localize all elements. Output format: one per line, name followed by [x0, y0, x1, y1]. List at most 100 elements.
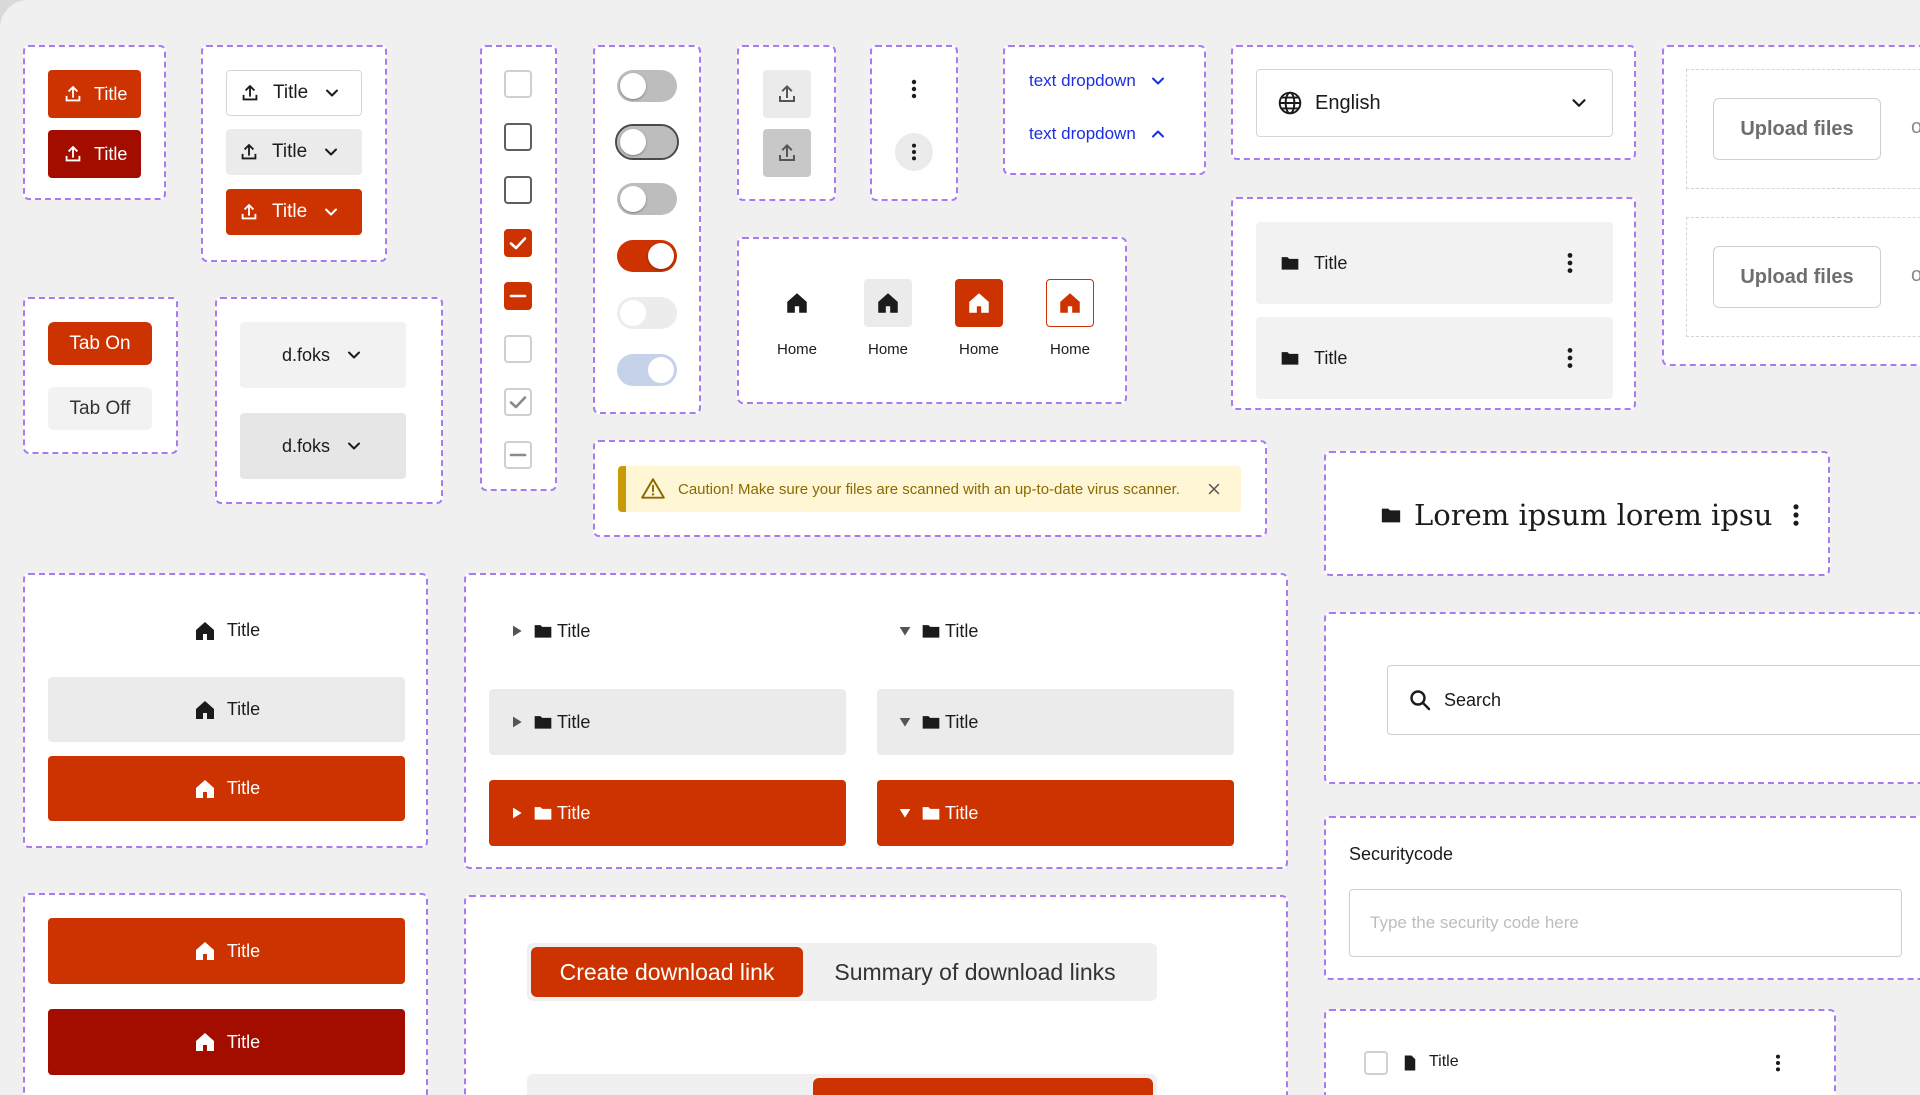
nav-list-item-active[interactable]: Title — [48, 756, 405, 821]
upload-button-label: Title — [94, 143, 128, 164]
toggle-off-hover[interactable] — [617, 183, 677, 215]
user-dropdown[interactable]: d.foks — [240, 322, 406, 388]
home-nav-label: Home — [958, 341, 999, 358]
more-button-hover[interactable] — [895, 133, 933, 171]
folder-row[interactable]: Title — [1256, 317, 1613, 399]
nav-list-label: Title — [226, 620, 261, 640]
segment-summary-download-links[interactable]: Summary of download links — [803, 947, 1147, 997]
split-upload-button-red[interactable]: Title — [226, 189, 362, 235]
tab-off-label: Tab Off — [69, 397, 131, 419]
upload-dropzone[interactable]: Upload files o — [1686, 69, 1920, 189]
segment-summary-label: Summary of download links — [834, 958, 1116, 985]
kebab-icon[interactable] — [1767, 1052, 1789, 1074]
toggle-off-focused[interactable] — [615, 124, 679, 160]
split-upload-button-outline[interactable]: Title — [226, 70, 362, 116]
upload-dropzone[interactable]: Upload files o — [1686, 217, 1920, 337]
tree-item-collapsed-hover[interactable]: Title — [489, 689, 846, 755]
checkbox-indeterminate[interactable] — [504, 282, 532, 310]
nav-list-item[interactable]: Title — [48, 598, 405, 663]
text-dropdown-label: text dropdown — [1029, 71, 1136, 90]
segment-summary-active[interactable] — [813, 1078, 1153, 1095]
upload-button-pressed[interactable]: Title — [48, 130, 141, 178]
text-dropdown-expanded[interactable]: text dropdown — [1029, 124, 1168, 144]
upload-files-button[interactable]: Upload files — [1713, 246, 1881, 308]
folder-icon — [533, 803, 553, 823]
upload-icon-button[interactable] — [763, 70, 811, 118]
upload-button[interactable]: Title — [48, 70, 141, 118]
tree-item-collapsed-active[interactable]: Title — [489, 780, 846, 846]
chevron-down-icon — [321, 202, 341, 222]
file-row-checkbox[interactable] — [1364, 1051, 1388, 1075]
upload-files-label: Upload files — [1740, 265, 1854, 288]
nav-list-label: Title — [226, 778, 261, 798]
security-placeholder: Type the security code here — [1370, 913, 1579, 932]
language-select[interactable]: English — [1256, 69, 1613, 137]
kebab-icon[interactable] — [1557, 345, 1583, 371]
home-nav-label: Home — [776, 341, 817, 358]
folder-row[interactable]: Title — [1256, 222, 1613, 304]
tab-off[interactable]: Tab Off — [48, 387, 152, 430]
security-frame: Securitycode Type the security code here — [1324, 816, 1920, 980]
checkbox-unchecked-disabled[interactable] — [504, 70, 532, 98]
more-button[interactable] — [895, 70, 933, 108]
warning-frame: Caution! Make sure your files are scanne… — [593, 440, 1267, 537]
split-upload-button-grey[interactable]: Title — [226, 129, 362, 175]
nav-list-item-pressed[interactable]: Title — [48, 1009, 405, 1075]
upload-icon-button-pressed[interactable] — [763, 129, 811, 177]
checkbox-unchecked-hover[interactable] — [504, 176, 532, 204]
download-links-frame: Create download link Summary of download… — [464, 895, 1288, 1095]
split-button-label: Title — [272, 201, 308, 222]
home-nav-item[interactable] — [773, 279, 821, 327]
upload-icon — [62, 143, 84, 165]
text-dropdown-collapsed[interactable]: text dropdown — [1029, 71, 1168, 91]
search-input[interactable]: Search — [1387, 665, 1920, 735]
toggle-off[interactable] — [617, 70, 677, 102]
checkbox-disabled[interactable] — [504, 335, 532, 363]
home-nav-frame: Home Home Home Home — [737, 237, 1127, 404]
checkbox-checked-disabled[interactable] — [504, 388, 532, 416]
tab-on[interactable]: Tab On — [48, 322, 152, 365]
nav-list-item-active[interactable]: Title — [48, 918, 405, 984]
chevron-down-icon — [321, 142, 341, 162]
tree-item-collapsed[interactable]: Title — [489, 598, 846, 664]
nav-list-item-hover[interactable]: Title — [48, 677, 405, 742]
toggle-on[interactable] — [617, 240, 677, 272]
checkbox-checked[interactable] — [504, 229, 532, 257]
tree-item-label: Title — [557, 802, 591, 823]
upload-files-button[interactable]: Upload files — [1713, 98, 1881, 160]
folder-icon — [1380, 504, 1402, 526]
tree-item-expanded[interactable]: Title — [877, 598, 1234, 664]
check-icon — [506, 390, 530, 414]
user-dropdown-hover[interactable]: d.foks — [240, 413, 406, 479]
tree-item-expanded-active[interactable]: Title — [877, 780, 1234, 846]
folder-icon — [921, 712, 941, 732]
nav-list-label: Title — [226, 940, 261, 961]
kebab-icon — [903, 141, 925, 163]
home-nav-label: Home — [867, 341, 908, 358]
caret-right-icon — [509, 805, 525, 821]
upload-buttons-frame: Title Title — [23, 45, 166, 200]
kebab-icon — [902, 77, 926, 101]
home-nav-item-hover[interactable] — [864, 279, 912, 327]
tree-item-expanded-hover[interactable]: Title — [877, 689, 1234, 755]
file-row-frame: Title — [1324, 1009, 1836, 1095]
home-nav-item-active[interactable] — [955, 279, 1003, 327]
folder-row-label: Title — [1314, 347, 1348, 368]
heading-text: Lorem ipsum lorem ipsu — [1414, 498, 1773, 532]
close-icon[interactable] — [1205, 480, 1223, 498]
text-dropdown-label: text dropdown — [1029, 124, 1136, 143]
segment-create-download-link[interactable]: Create download link — [531, 947, 803, 997]
home-nav-item-outlined[interactable] — [1046, 279, 1094, 327]
user-dropdown-label: d.foks — [281, 435, 331, 456]
checkbox-unchecked[interactable] — [504, 123, 532, 151]
kebab-icon[interactable] — [1557, 250, 1583, 276]
upload-icon — [775, 141, 799, 165]
checkbox-indeterminate-disabled[interactable] — [504, 441, 532, 469]
chevron-up-icon — [1148, 124, 1168, 144]
toggle-on-disabled[interactable] — [617, 354, 677, 386]
security-code-input[interactable]: Type the security code here — [1349, 889, 1902, 957]
kebab-icon[interactable] — [1782, 501, 1810, 529]
search-frame: Search — [1324, 612, 1920, 784]
minus-icon — [506, 443, 530, 467]
toggle-off-disabled[interactable] — [617, 297, 677, 329]
